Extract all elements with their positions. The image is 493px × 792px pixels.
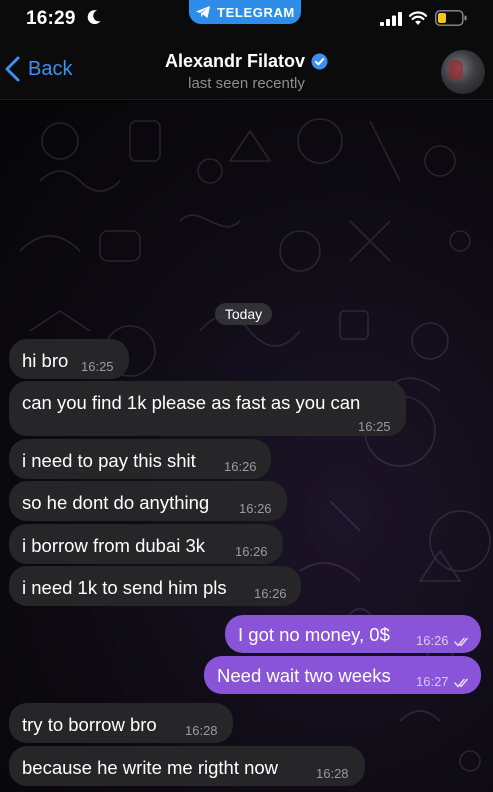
avatar[interactable] — [441, 50, 485, 94]
message-text: try to borrow bro — [22, 714, 157, 735]
double-check-read-icon — [454, 637, 468, 647]
message-text: because he write me rigtht now — [22, 757, 279, 778]
chat-area[interactable]: Today hi bro 16:25 can you find 1k pleas… — [0, 101, 493, 792]
message-time: 16:25 — [358, 419, 391, 434]
message-text: can you find 1k please as fast as you ca… — [22, 392, 361, 413]
message-time: 16:27 — [416, 671, 472, 693]
contact-title[interactable]: Alexandr Filatov — [0, 51, 493, 72]
message-bubble-incoming[interactable]: i need 1k to send him pls 16:26 — [9, 566, 301, 606]
message-time: 16:28 — [185, 723, 218, 738]
telegram-plane-icon — [196, 6, 211, 18]
message-bubble-outgoing[interactable]: I got no money, 0$ 16:26 — [225, 615, 481, 653]
message-time: 16:25 — [81, 359, 114, 374]
message-bubble-incoming[interactable]: hi bro 16:25 — [9, 339, 129, 379]
message-text: i need 1k to send him pls — [22, 577, 227, 598]
message-time: 16:26 — [416, 630, 472, 652]
message-time: 16:28 — [316, 766, 349, 781]
message-time: 16:26 — [254, 586, 287, 601]
message-text: Need wait two weeks — [217, 665, 391, 686]
verified-badge-icon — [311, 53, 328, 70]
message-bubble-incoming[interactable]: try to borrow bro 16:28 — [9, 703, 233, 743]
chat-header: Back Alexandr Filatov last seen recently — [0, 40, 493, 100]
telegram-pill-label: TELEGRAM — [217, 4, 295, 20]
wifi-icon — [409, 11, 427, 25]
message-time: 16:26 — [239, 501, 272, 516]
message-bubble-incoming[interactable]: because he write me rigtht now 16:28 — [9, 746, 365, 786]
message-bubble-incoming[interactable]: i need to pay this shit 16:26 — [9, 439, 271, 479]
date-chip: Today — [215, 303, 272, 325]
message-text: hi bro — [22, 350, 69, 371]
message-text: I got no money, 0$ — [238, 624, 390, 645]
status-bar: 16:29 TELEGRAM — [0, 0, 493, 40]
message-time-label: 16:27 — [416, 674, 449, 689]
double-check-read-icon — [454, 678, 468, 688]
message-time-label: 16:26 — [416, 633, 449, 648]
message-bubble-incoming[interactable]: can you find 1k please as fast as you ca… — [9, 381, 406, 436]
message-time: 16:26 — [235, 544, 268, 559]
message-bubble-incoming[interactable]: i borrow from dubai 3k 16:26 — [9, 524, 283, 564]
message-bubble-outgoing[interactable]: Need wait two weeks 16:27 — [204, 656, 481, 694]
battery-icon — [435, 10, 467, 26]
message-text: i need to pay this shit — [22, 450, 196, 471]
cellular-signal-icon — [380, 12, 402, 26]
moon-icon — [87, 10, 101, 25]
message-text: i borrow from dubai 3k — [22, 535, 206, 556]
contact-name: Alexandr Filatov — [164, 51, 306, 71]
message-text: so he dont do anything — [22, 492, 210, 513]
message-bubble-incoming[interactable]: so he dont do anything 16:26 — [9, 481, 287, 521]
status-time: 16:29 — [26, 8, 76, 29]
message-time: 16:26 — [224, 459, 257, 474]
last-seen-status: last seen recently — [188, 75, 305, 92]
telegram-pill[interactable]: TELEGRAM — [189, 0, 301, 24]
